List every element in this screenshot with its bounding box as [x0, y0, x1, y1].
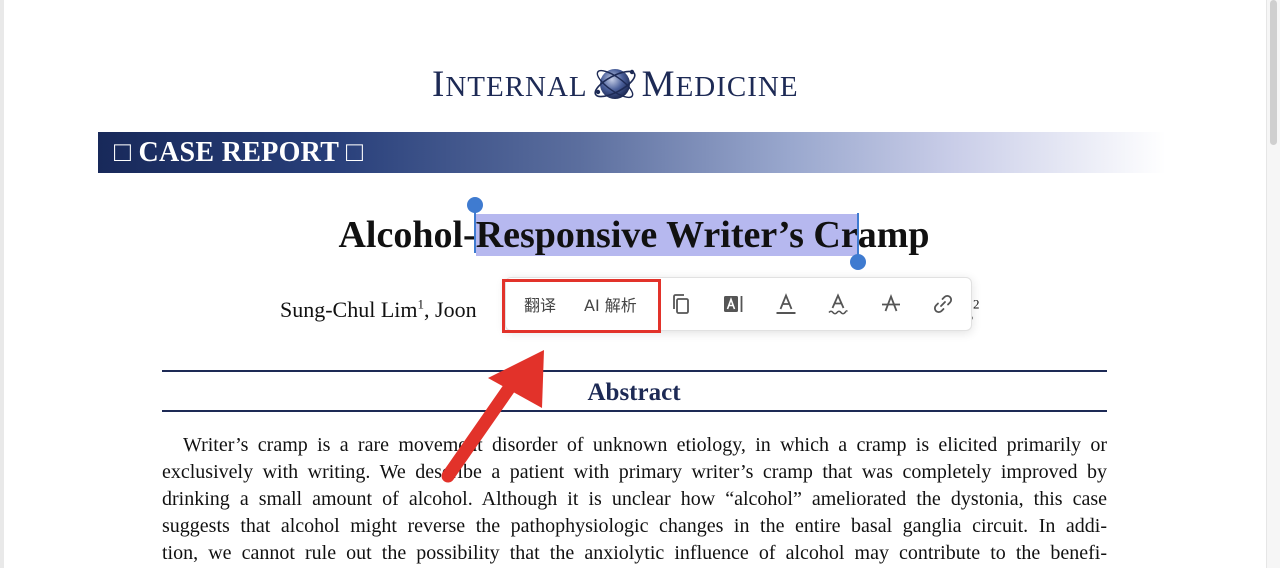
article-title[interactable]: Alcohol-Responsive Writer’s Cramp	[0, 212, 1268, 258]
case-report-banner: □ CASE REPORT □	[98, 132, 1166, 173]
abstract-bottom-rule	[162, 410, 1107, 412]
underline-icon	[776, 293, 796, 314]
abstract-top-rule	[162, 370, 1107, 372]
link-button[interactable]	[923, 284, 963, 324]
wavy-underline-button[interactable]	[818, 284, 858, 324]
highlight-annotation-box	[502, 279, 661, 333]
journal-logo: I NTERNAL M EDICINE	[432, 62, 799, 106]
case-report-label: □ CASE REPORT □	[114, 136, 364, 168]
scrollbar-thumb[interactable]	[1270, 0, 1277, 145]
abstract-line[interactable]: exclusively with writing. We describe a …	[162, 459, 1107, 486]
abstract-line[interactable]: tion, we cannot rule out the possibility…	[162, 540, 1107, 567]
strikethrough-button[interactable]	[871, 284, 911, 324]
abstract-body[interactable]: Writer’s cramp is a rare movement disord…	[162, 432, 1107, 567]
title-selected-text[interactable]: Responsive Writer’s Cr	[475, 214, 858, 256]
title-text-before[interactable]: Alcohol-	[338, 214, 475, 256]
annotation-arrow-icon	[441, 350, 544, 483]
author-name-partial: , Joon	[424, 297, 477, 322]
link-icon	[934, 294, 953, 314]
copy-button[interactable]	[661, 284, 701, 324]
strikethrough-icon	[881, 293, 900, 312]
author-name: Sung-Chul Lim	[280, 297, 418, 322]
wavy-underline-icon	[828, 293, 849, 315]
globe-atom-emblem-icon	[594, 69, 636, 99]
abstract-heading: Abstract	[587, 379, 681, 406]
vertical-scrollbar[interactable]	[1266, 0, 1280, 568]
text-box-button[interactable]	[713, 284, 753, 324]
title-text-after[interactable]: amp	[858, 214, 930, 256]
page-left-edge	[0, 0, 4, 568]
abstract-line[interactable]: Writer’s cramp is a rare movement disord…	[162, 432, 1107, 459]
author-list: Sung-Chul Lim1, Joon	[280, 296, 477, 324]
abstract-line[interactable]: suggests that alcohol might reverse the …	[162, 513, 1107, 540]
abstract-line[interactable]: drinking a small amount of alcohol. Alth…	[162, 486, 1107, 513]
selection-end-handle[interactable]	[850, 213, 866, 270]
copy-icon	[672, 294, 689, 314]
text-box-icon	[724, 296, 743, 312]
journal-name-medicine: M EDICINE	[641, 63, 799, 105]
journal-name-internal: I NTERNAL	[432, 63, 588, 105]
underline-button[interactable]	[766, 284, 806, 324]
selection-start-handle[interactable]	[467, 197, 483, 253]
